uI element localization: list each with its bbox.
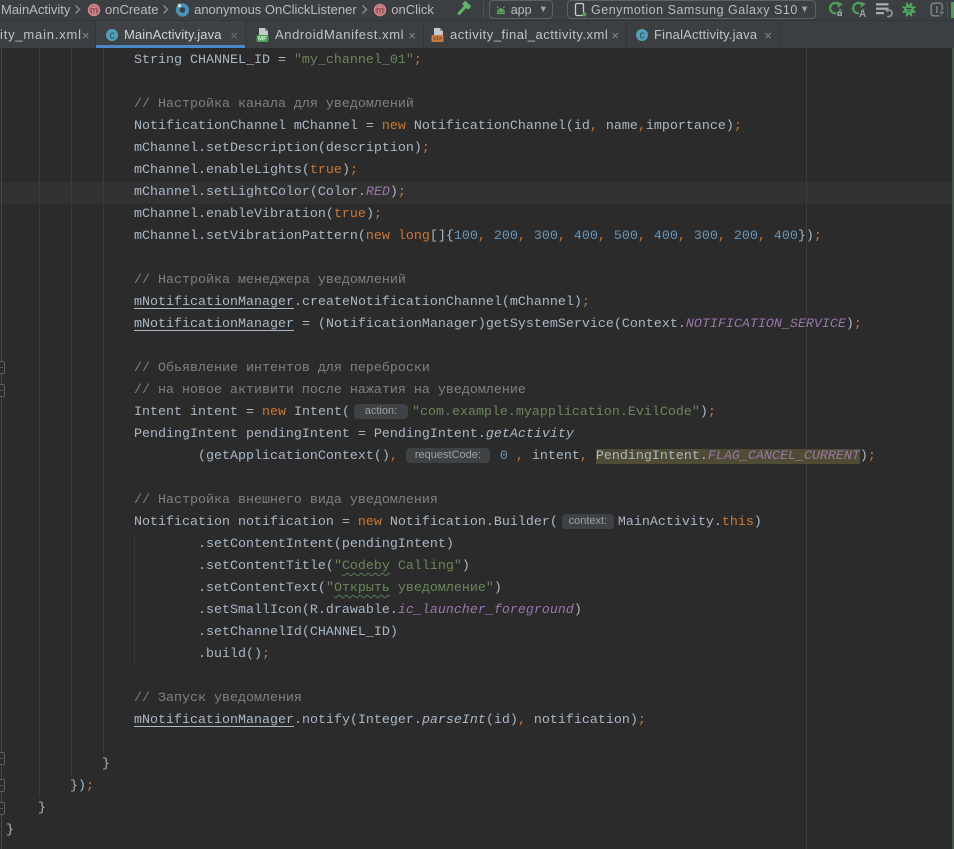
svg-text:m: m <box>90 5 98 15</box>
svg-text:C: C <box>109 31 115 41</box>
svg-text:</>: </> <box>433 35 443 42</box>
svg-text:A: A <box>859 9 866 18</box>
svg-text:C: C <box>639 31 645 41</box>
svg-text:m: m <box>376 5 384 15</box>
svg-text:MF: MF <box>258 36 267 43</box>
